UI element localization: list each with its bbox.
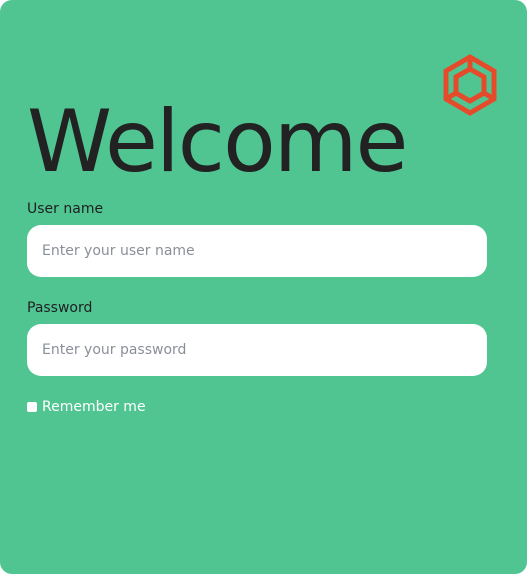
remember-me-toggle[interactable]: Remember me xyxy=(27,398,146,416)
password-label: Password xyxy=(27,300,93,316)
page-title: Welcome xyxy=(27,92,408,192)
username-input[interactable] xyxy=(27,225,487,277)
remember-me-checkbox[interactable] xyxy=(27,402,37,412)
remember-me-label: Remember me xyxy=(42,399,146,415)
login-card: Welcome User name Password Remember me xyxy=(0,0,527,574)
username-label: User name xyxy=(27,201,104,217)
hexagon-cube-logo-icon xyxy=(443,54,497,116)
password-input[interactable] xyxy=(27,324,487,376)
